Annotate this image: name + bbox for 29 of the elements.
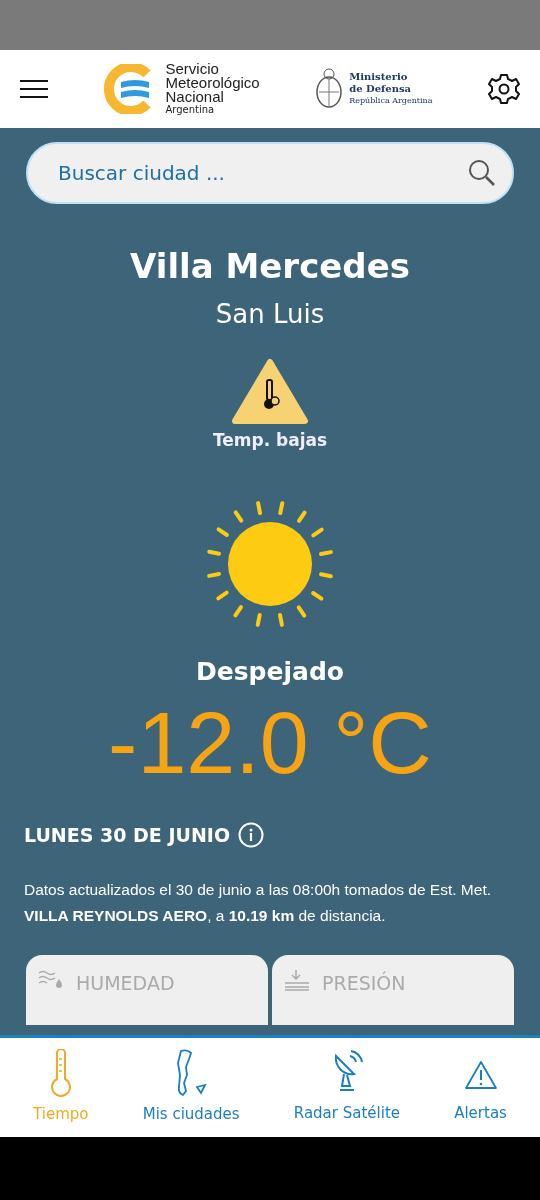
info-icon[interactable] <box>238 822 265 849</box>
update-note: Datos actualizados el 30 de junio a las 08:00h tomados de Est. Met. VILLA REYNOLDS AERO, a 10.19 km de distancia. <box>24 880 492 927</box>
province-name: San Luis <box>214 297 326 331</box>
logo-text: Servicio <box>165 62 220 76</box>
city-name: Villa Mercedes <box>129 246 411 287</box>
temperature-value: -12.0 °C <box>107 698 433 787</box>
ministry-text: de Defensa <box>349 83 413 95</box>
cold-warning-icon[interactable] <box>232 357 308 424</box>
menu-icon[interactable] <box>20 80 48 98</box>
ministry-subtitle: República Argentina <box>349 95 433 107</box>
logo-subtitle: Argentina <box>165 104 216 116</box>
date-heading: LUNES 30 DE JUNIO <box>24 822 231 848</box>
search-icon[interactable] <box>468 159 496 187</box>
nav-tab[interactable]: Radar Satélite <box>293 1050 400 1125</box>
card-label: PRESIÓN <box>322 970 406 997</box>
humidity-icon <box>38 969 64 990</box>
condition-text: Despejado <box>195 656 345 689</box>
logo-text: Meteorológico <box>165 76 260 90</box>
pressure-icon <box>284 969 310 992</box>
alert-label[interactable]: Temp. bajas <box>26 427 514 454</box>
search-field[interactable]: Buscar ciudad ... <box>26 142 514 204</box>
thermometer-icon <box>48 1049 73 1098</box>
nav-tab[interactable]: Mis ciudades <box>142 1049 240 1126</box>
nav-tab[interactable]: Alertas <box>454 1050 507 1125</box>
ministry-text: Ministerio <box>349 71 409 83</box>
logo-text: Nacional <box>165 90 224 104</box>
sun-icon <box>205 499 335 630</box>
settings-icon[interactable] <box>488 73 520 105</box>
card-label: HUMEDAD <box>76 971 175 997</box>
